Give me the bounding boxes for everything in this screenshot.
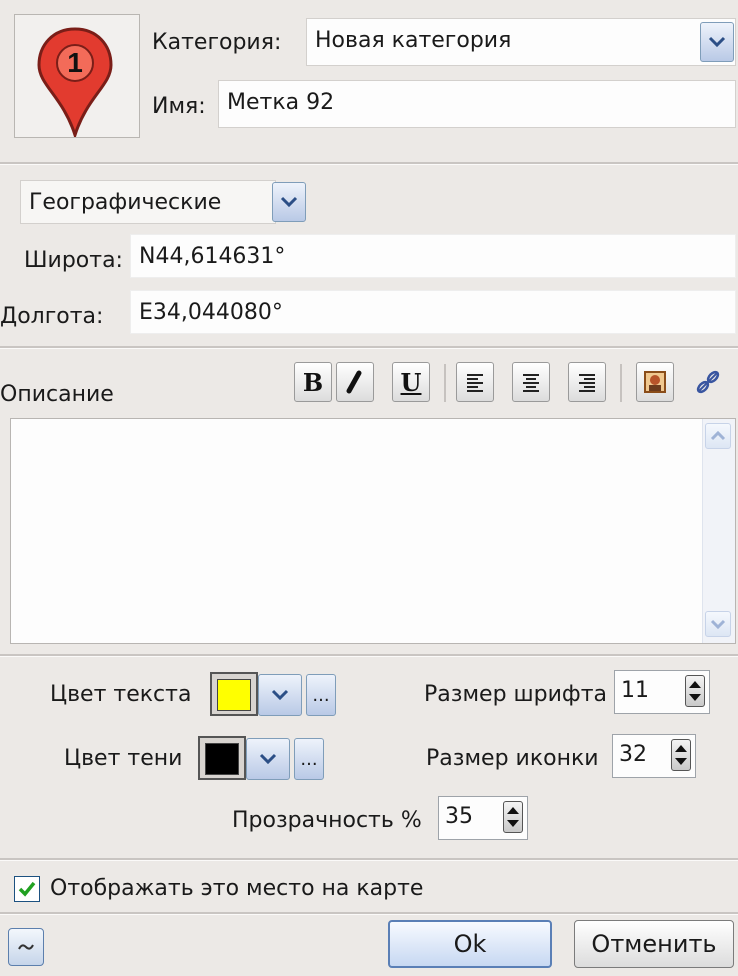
map-pin-icon: 1 bbox=[37, 27, 113, 137]
insert-image-button[interactable] bbox=[636, 362, 674, 402]
marker-number: 1 bbox=[67, 47, 83, 78]
icon-size-label: Размер иконки bbox=[426, 746, 599, 771]
divider bbox=[0, 346, 738, 349]
scrollbar[interactable] bbox=[702, 419, 735, 643]
align-center-button[interactable] bbox=[512, 362, 550, 402]
text-color-label: Цвет текста bbox=[50, 682, 192, 707]
checkmark-icon bbox=[18, 881, 36, 897]
shadow-color-dropdown-button[interactable] bbox=[246, 738, 290, 780]
up-down-arrows-icon bbox=[689, 681, 701, 701]
more-label: ... bbox=[300, 748, 318, 770]
name-label: Имя: bbox=[152, 94, 206, 119]
category-select[interactable]: Новая категория bbox=[306, 18, 736, 66]
underline-label: U bbox=[400, 367, 422, 397]
opacity-stepper[interactable]: 35 bbox=[438, 796, 528, 840]
longitude-value: E34,044080° bbox=[139, 300, 283, 325]
image-icon bbox=[644, 371, 666, 393]
font-size-spin-buttons[interactable] bbox=[685, 675, 705, 707]
category-value: Новая категория bbox=[315, 28, 512, 53]
align-right-button[interactable] bbox=[568, 362, 606, 402]
chevron-down-icon bbox=[708, 36, 726, 48]
coord-format-dropdown-button[interactable] bbox=[272, 182, 306, 222]
ok-label: Ok bbox=[453, 930, 487, 958]
show-on-map-checkbox[interactable] bbox=[14, 876, 40, 902]
text-color-dropdown-button[interactable] bbox=[258, 674, 302, 716]
cancel-button[interactable]: Отменить bbox=[574, 920, 734, 968]
align-left-icon bbox=[467, 374, 483, 392]
chevron-down-icon bbox=[259, 753, 277, 765]
up-down-arrows-icon bbox=[675, 745, 687, 765]
icon-size-spin-buttons[interactable] bbox=[671, 739, 691, 771]
description-textarea[interactable] bbox=[10, 418, 736, 644]
opacity-value: 35 bbox=[445, 804, 473, 829]
text-color-swatch[interactable] bbox=[210, 672, 258, 716]
ok-button[interactable]: Ok bbox=[388, 920, 552, 968]
divider bbox=[0, 654, 738, 657]
toolbar-separator bbox=[444, 364, 446, 402]
italic-button[interactable] bbox=[336, 362, 374, 402]
underline-button[interactable]: U bbox=[392, 362, 430, 402]
show-on-map-label: Отображать это место на карте bbox=[50, 876, 424, 901]
chevron-down-icon bbox=[280, 196, 298, 208]
opacity-spin-buttons[interactable] bbox=[503, 801, 523, 833]
bold-label: B bbox=[302, 367, 324, 397]
divider bbox=[0, 162, 738, 165]
up-down-arrows-icon bbox=[507, 807, 519, 827]
category-label: Категория: bbox=[152, 30, 282, 55]
chevron-down-icon bbox=[710, 619, 726, 630]
shadow-color-more-button[interactable]: ... bbox=[294, 738, 324, 780]
italic-icon bbox=[346, 370, 362, 394]
latitude-input[interactable]: N44,614631° bbox=[130, 234, 736, 278]
longitude-input[interactable]: E34,044080° bbox=[130, 290, 736, 334]
description-label: Описание bbox=[0, 382, 114, 407]
opacity-label: Прозрачность % bbox=[232, 808, 422, 833]
chevron-down-icon bbox=[271, 689, 289, 701]
shadow-color-fill bbox=[205, 743, 239, 775]
align-center-icon bbox=[523, 374, 539, 392]
link-icon bbox=[696, 370, 720, 394]
text-color-fill bbox=[217, 679, 251, 711]
coord-format-value: Географические bbox=[29, 190, 222, 215]
toolbar-separator bbox=[620, 364, 622, 402]
marker-preview[interactable]: 1 bbox=[14, 14, 140, 138]
icon-size-value: 32 bbox=[619, 742, 647, 767]
text-color-more-button[interactable]: ... bbox=[306, 674, 336, 716]
font-size-stepper[interactable]: 11 bbox=[614, 670, 710, 714]
wave-icon bbox=[18, 944, 34, 950]
latitude-value: N44,614631° bbox=[139, 244, 286, 269]
cancel-label: Отменить bbox=[591, 930, 717, 958]
chevron-up-icon bbox=[710, 430, 726, 441]
category-dropdown-button[interactable] bbox=[700, 22, 734, 62]
collapse-button[interactable] bbox=[8, 928, 44, 966]
bold-button[interactable]: B bbox=[294, 362, 332, 402]
insert-link-button[interactable] bbox=[686, 362, 730, 402]
more-label: ... bbox=[312, 684, 330, 706]
divider bbox=[0, 858, 738, 861]
longitude-label: Долгота: bbox=[0, 304, 104, 329]
divider bbox=[0, 912, 738, 915]
scroll-down-button[interactable] bbox=[705, 611, 731, 637]
shadow-color-swatch[interactable] bbox=[198, 736, 246, 780]
align-left-button[interactable] bbox=[456, 362, 494, 402]
font-size-label: Размер шрифта bbox=[424, 682, 608, 707]
icon-size-stepper[interactable]: 32 bbox=[612, 734, 696, 778]
name-input[interactable]: Метка 92 bbox=[218, 80, 736, 128]
coord-format-select[interactable]: Географические bbox=[20, 180, 276, 224]
shadow-color-label: Цвет тени bbox=[64, 746, 183, 771]
name-value: Метка 92 bbox=[227, 90, 335, 115]
scroll-up-button[interactable] bbox=[705, 423, 731, 449]
align-right-icon bbox=[579, 374, 595, 392]
latitude-label: Широта: bbox=[24, 248, 123, 273]
font-size-value: 11 bbox=[621, 678, 649, 703]
